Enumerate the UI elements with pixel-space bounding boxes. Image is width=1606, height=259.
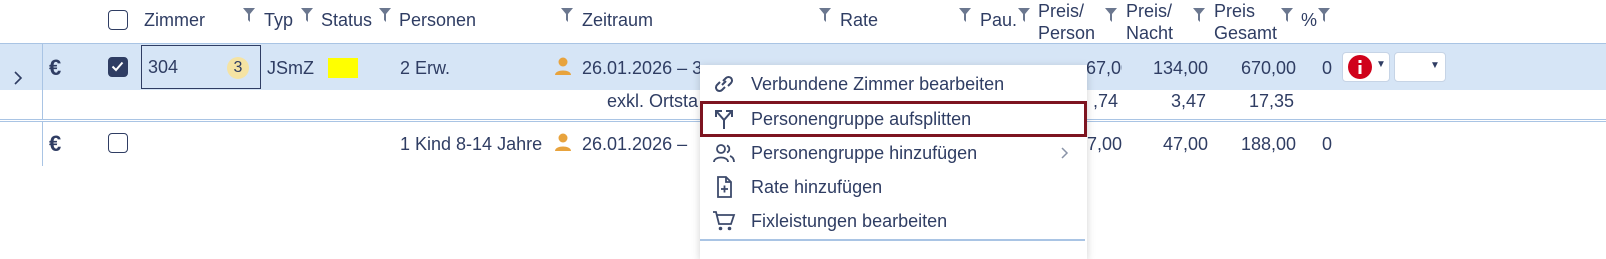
filter-icon[interactable] (1193, 8, 1205, 22)
filter-icon[interactable] (379, 8, 391, 22)
column-header-personen[interactable]: Personen (399, 10, 476, 31)
filter-icon[interactable] (1105, 8, 1117, 22)
price-total: 188,00 (1240, 134, 1296, 154)
percent-value: 0 (1322, 58, 1333, 78)
filter-icon[interactable] (1281, 8, 1293, 22)
tax-note: exkl. Ortsta (607, 91, 699, 111)
status-indicator (328, 58, 358, 78)
menu-item-label: Personengruppe hinzufügen (751, 143, 978, 163)
options-dropdown[interactable]: ▼ (1394, 52, 1446, 82)
header-line: Preis/ (1126, 1, 1173, 21)
chevron-right-icon (1059, 144, 1069, 165)
menu-item-edit-fixed-services[interactable]: Fixleistungen bearbeiten (700, 204, 1087, 238)
column-header-typ[interactable]: Typ (264, 10, 293, 31)
column-divider (42, 44, 43, 120)
row-divider (0, 43, 1606, 44)
alert-icon (1348, 55, 1372, 79)
persons-label: 1 Kind 8-14 Jahre (400, 134, 543, 154)
split-icon (712, 108, 736, 130)
column-header-preis-gesamt[interactable]: Preis Gesamt (1214, 0, 1278, 44)
caret-down-icon: ▼ (1376, 59, 1386, 70)
select-all-checkbox[interactable] (108, 10, 128, 30)
column-divider (42, 122, 43, 166)
filter-icon[interactable] (1318, 8, 1330, 22)
filter-icon[interactable] (301, 8, 313, 22)
filter-icon[interactable] (561, 8, 573, 22)
column-header-percent[interactable]: % (1301, 10, 1317, 31)
column-header-zimmer[interactable]: Zimmer (144, 10, 205, 31)
filter-icon[interactable] (819, 8, 831, 22)
column-header-zeitraum[interactable]: Zeitraum (582, 10, 653, 31)
currency-icon: € (49, 131, 62, 156)
price-total: 670,00 (1240, 58, 1296, 78)
column-header-pau[interactable]: Pau. (980, 10, 1017, 31)
date-range: 26.01.2026 – 31.01.2026 (582, 58, 700, 78)
price-per-person: 67,00 (1086, 58, 1122, 78)
filter-icon[interactable] (959, 8, 971, 22)
menu-item-split-group[interactable]: Personengruppe aufsplitten (700, 101, 1087, 137)
file-add-icon (712, 176, 736, 198)
column-header-preis-nacht[interactable]: Preis/ Nacht (1126, 0, 1173, 44)
column-header-rate[interactable]: Rate (840, 10, 878, 31)
price-per-night: 47,00 (1162, 134, 1208, 154)
menu-item-label: Personengruppe aufsplitten (751, 109, 972, 129)
alert-dropdown-button[interactable]: ▼ (1342, 52, 1390, 82)
room-type: JSmZ (267, 58, 314, 78)
persons-label: 2 Erw. (400, 58, 451, 78)
menu-item-edit-linked-rooms[interactable]: Verbundene Zimmer bearbeiten (700, 67, 1087, 101)
room-number: 304 (148, 57, 179, 77)
currency-icon: € (49, 55, 62, 80)
caret-down-icon: ▼ (1430, 60, 1440, 71)
menu-item-label: Rate hinzufügen (751, 177, 883, 197)
room-count-badge: 3 (227, 57, 249, 79)
row-checkbox[interactable] (108, 57, 128, 77)
filter-icon[interactable] (243, 8, 255, 22)
menu-item-add-rate[interactable]: Rate hinzufügen (700, 170, 1087, 204)
context-menu: Verbundene Zimmer bearbeiten Personengru… (700, 65, 1087, 259)
header-line: Preis/ (1038, 1, 1085, 21)
check-icon (111, 61, 124, 72)
menu-item-label: Fixleistungen bearbeiten (751, 211, 948, 231)
menu-divider (700, 239, 1085, 241)
link-icon (712, 73, 736, 95)
row-checkbox[interactable] (108, 133, 128, 153)
filter-icon[interactable] (1018, 8, 1030, 22)
header-line: Person (1038, 23, 1096, 43)
cart-icon (712, 210, 736, 232)
people-icon (712, 142, 736, 164)
price-per-night: 134,00 (1152, 58, 1208, 78)
person-icon (553, 132, 573, 157)
menu-item-label: Verbundene Zimmer bearbeiten (751, 74, 1005, 94)
person-icon (553, 56, 573, 81)
menu-item-add-group[interactable]: Personengruppe hinzufügen (700, 136, 1087, 170)
tax-per-person: ,74 (1092, 91, 1118, 111)
header-line: Gesamt (1214, 23, 1278, 43)
date-range: 26.01.2026 – (582, 134, 688, 154)
tax-per-night: 3,47 (1170, 91, 1206, 111)
expand-row-icon[interactable] (12, 70, 24, 91)
header-line: Nacht (1126, 23, 1174, 43)
percent-value: 0 (1322, 134, 1333, 154)
header-line: Preis (1214, 1, 1256, 21)
price-per-person: 7,00 (1086, 134, 1122, 154)
column-header-status[interactable]: Status (321, 10, 372, 31)
tax-total: 17,35 (1248, 91, 1294, 111)
column-header-preis-person[interactable]: Preis/ Person (1038, 0, 1095, 44)
